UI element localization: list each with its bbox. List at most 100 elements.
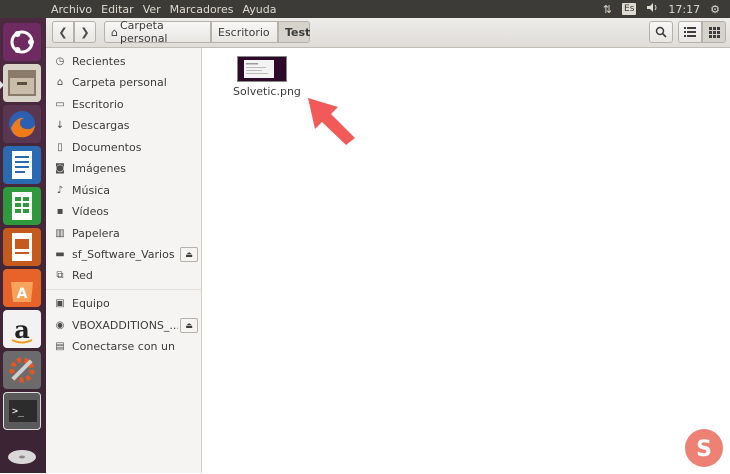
menu-editar[interactable]: Editar (101, 3, 134, 16)
back-button[interactable]: ❮ (52, 21, 74, 43)
document-icon: ▯ (57, 141, 63, 153)
indicator-area: ⇅ Es 17:17 ⚙ (603, 0, 730, 18)
chevron-left-icon: ❮ (58, 25, 68, 39)
forward-button[interactable]: ❯ (74, 21, 96, 43)
files-launcher-button[interactable] (3, 64, 41, 102)
breadcrumb-label: Escritorio (218, 25, 270, 39)
sidebar-item-carpeta-personal[interactable]: ⌂ Carpeta personal (46, 72, 201, 92)
sidebar-item-label: Red (72, 268, 93, 282)
image-thumbnail[interactable] (237, 56, 287, 82)
sidebar-item-label: Equipo (72, 296, 110, 310)
sidebar-item-label: Descargas (72, 118, 130, 132)
network-icon: ⧉ (56, 269, 64, 281)
list-icon (684, 27, 696, 37)
eject-button[interactable]: ⏏ (180, 317, 198, 333)
clock-icon: ◷ (55, 55, 65, 67)
sidebar-item-equipo[interactable]: ▣ Equipo (46, 293, 201, 313)
menu-ver[interactable]: Ver (143, 3, 161, 16)
menu-archivo[interactable]: Archivo (51, 3, 92, 16)
file-cabinet-icon (8, 70, 36, 96)
search-icon (655, 26, 667, 38)
amazon-launcher-button[interactable]: a (3, 310, 41, 348)
drive-icon: ▬ (55, 248, 65, 260)
sidebar-item-imagenes[interactable]: ◙ Imágenes (46, 158, 201, 178)
svg-text:>_: >_ (12, 406, 25, 417)
svg-text:A: A (17, 286, 28, 302)
home-icon: ⌂ (56, 76, 64, 88)
sidebar-separator (46, 289, 201, 290)
music-icon: ♪ (56, 184, 64, 196)
sidebar-item-label: Imágenes (72, 161, 126, 175)
sidebar-item-descargas[interactable]: ↓ Descargas (46, 115, 201, 135)
breadcrumb-label: Carpeta personal (119, 19, 168, 45)
settings-tools-icon (9, 357, 35, 383)
impress-icon (12, 233, 32, 261)
sidebar-item-papelera[interactable]: ▥ Papelera (46, 223, 201, 243)
disc-icon (8, 450, 36, 464)
terminal-launcher-button[interactable]: >_ (3, 392, 41, 430)
sidebar-item-red[interactable]: ⧉ Red (46, 265, 201, 285)
grid-view-button[interactable] (702, 21, 726, 43)
file-name: Solvetic.png (233, 85, 301, 98)
sidebar-item-label: Escritorio (72, 97, 124, 111)
trash-icon: ▥ (55, 227, 65, 239)
search-button[interactable] (649, 21, 673, 43)
menu-bar: Archivo Editar Ver Marcadores Ayuda (51, 0, 276, 18)
sidebar-item-label: Documentos (72, 140, 142, 154)
thumbnail-preview (244, 60, 274, 78)
watermark-logo-icon: S (685, 429, 723, 467)
sidebar-item-videos[interactable]: ▪ Vídeos (46, 201, 201, 221)
firefox-icon (9, 111, 35, 138)
annotation-arrow-icon (308, 98, 355, 145)
sidebar-item-label: Papelera (72, 226, 120, 240)
writer-launcher-button[interactable] (3, 146, 41, 184)
sidebar-item-escritorio[interactable]: ▭ Escritorio (46, 94, 201, 114)
breadcrumb-home[interactable]: ⌂ Carpeta personal (104, 19, 211, 45)
sidebar-item-label: Música (72, 183, 111, 197)
shopping-bag-icon: A (11, 282, 33, 302)
chevron-right-icon: ❯ (80, 25, 90, 39)
svg-text:S: S (696, 437, 712, 462)
breadcrumb-escritorio[interactable]: Escritorio (211, 21, 278, 43)
breadcrumb-label: Test (285, 25, 311, 39)
clock[interactable]: 17:17 (668, 3, 700, 16)
sidebar-item-documentos[interactable]: ▯ Documentos (46, 137, 201, 157)
gear-icon[interactable]: ⚙ (710, 3, 720, 16)
menu-ayuda[interactable]: Ayuda (242, 3, 276, 16)
ubuntu-dash-button[interactable] (3, 23, 41, 61)
folder-icon: ▭ (55, 98, 65, 110)
eject-button[interactable]: ⏏ (180, 246, 198, 262)
menu-marcadores[interactable]: Marcadores (170, 3, 234, 16)
keyboard-layout-indicator[interactable]: Es (622, 3, 637, 15)
software-center-launcher-button[interactable]: A (3, 269, 41, 307)
breadcrumb-test[interactable]: Test (278, 21, 310, 43)
list-view-button[interactable] (678, 21, 702, 43)
sidebar-item-label: VBOXADDITIONS_... (72, 318, 178, 332)
volume-icon[interactable] (646, 2, 658, 16)
connect-server-icon: ▤ (55, 340, 65, 352)
ubuntu-logo-icon (10, 30, 34, 54)
settings-launcher-button[interactable] (3, 351, 41, 389)
file-view[interactable]: Solvetic.png (202, 48, 730, 473)
sidebar-item-label: Carpeta personal (72, 75, 167, 89)
impress-launcher-button[interactable] (3, 228, 41, 266)
svg-text:a: a (14, 315, 30, 344)
calc-launcher-button[interactable] (3, 187, 41, 225)
computer-icon: ▣ (55, 297, 65, 309)
sidebar-item-recientes[interactable]: ◷ Recientes (46, 51, 201, 71)
sidebar-item-musica[interactable]: ♪ Música (46, 180, 201, 200)
home-icon: ⌂ (111, 25, 118, 39)
download-icon: ↓ (55, 119, 65, 131)
dvd-launcher-button[interactable] (3, 433, 41, 471)
sidebar-item-conectarse[interactable]: ▤ Conectarse con un servi... (46, 336, 201, 356)
firefox-launcher-button[interactable] (3, 105, 41, 143)
header-bar: ❮ ❯ ⌂ Carpeta personal Escritorio Test (46, 18, 730, 48)
amazon-icon: a (11, 315, 33, 344)
sidebar-item-vboxadditions[interactable]: ◉ VBOXADDITIONS_... ⏏ (46, 315, 201, 335)
network-transfer-icon[interactable]: ⇅ (603, 3, 612, 16)
places-sidebar: ◷ Recientes ⌂ Carpeta personal ▭ Escrito… (46, 48, 202, 473)
launcher: A a >_ (0, 18, 46, 473)
sidebar-item-label: Conectarse con un servi... (72, 339, 178, 353)
sidebar-item-sf-software-varios[interactable]: ▬ sf_Software_Varios ⏏ (46, 244, 201, 264)
camera-icon: ◙ (55, 162, 65, 174)
